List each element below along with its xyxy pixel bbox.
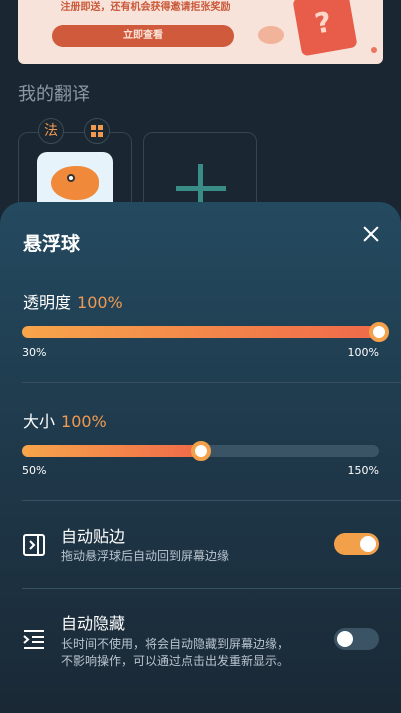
size-slider-thumb[interactable] [190, 441, 211, 461]
auto-hide-description-line2: 不影响操作，可以通过点击出发重新显示。 [61, 654, 290, 668]
banner-decoration [258, 26, 284, 44]
auto-snap-title: 自动贴边 [61, 527, 126, 546]
fish-mascot-icon [51, 166, 99, 200]
my-translations-title: 我的翻译 [18, 84, 90, 105]
auto-hide-icon [23, 630, 44, 649]
auto-snap-toggle[interactable] [334, 533, 379, 555]
opacity-value: 100% [77, 293, 123, 312]
divider [22, 382, 401, 383]
opacity-label-row: 透明度 100% [23, 289, 123, 313]
opacity-max-label: 100% [347, 346, 379, 359]
toggle-knob [337, 631, 353, 647]
size-slider[interactable] [22, 441, 379, 461]
size-min-label: 50% [22, 464, 47, 477]
size-label: 大小 [23, 412, 56, 431]
banner-view-button[interactable]: 立即查看 [52, 25, 234, 47]
banner-text: 注册即送，还有机会获得邀请拒张奖励 [60, 2, 231, 13]
apps-grid-icon [84, 118, 110, 144]
promo-banner[interactable]: 注册即送，还有机会获得邀请拒张奖励 立即查看 [18, 0, 383, 64]
size-max-label: 150% [347, 464, 379, 477]
banner-page-dot-active [371, 47, 377, 53]
size-slider-fill [22, 445, 201, 457]
toggle-knob [360, 536, 376, 552]
opacity-slider-fill [22, 326, 379, 338]
divider [22, 500, 401, 501]
language-chip: 法 [38, 118, 64, 144]
auto-snap-description: 拖动悬浮球后自动回到屏幕边缘 [61, 549, 230, 563]
gift-box-icon [292, 0, 358, 57]
opacity-label: 透明度 [23, 293, 72, 312]
opacity-min-label: 30% [22, 346, 47, 359]
size-value: 100% [61, 412, 107, 431]
opacity-slider-thumb[interactable] [369, 322, 389, 342]
auto-hide-toggle[interactable] [334, 628, 379, 650]
fish-eye [67, 174, 75, 182]
size-label-row: 大小 100% [23, 408, 107, 432]
divider [22, 588, 401, 589]
sheet-title: 悬浮球 [23, 233, 81, 255]
close-icon[interactable] [358, 221, 384, 247]
opacity-slider[interactable] [22, 322, 389, 342]
snap-edge-icon [23, 534, 45, 556]
floating-ball-settings-sheet: 悬浮球 透明度 100% 30% 100% 大小 100% 50% 150% 自动贴… [0, 202, 401, 713]
auto-hide-title: 自动隐藏 [61, 614, 126, 633]
auto-hide-description-line1: 长时间不使用，将会自动隐藏到屏幕边缘， [61, 637, 290, 651]
